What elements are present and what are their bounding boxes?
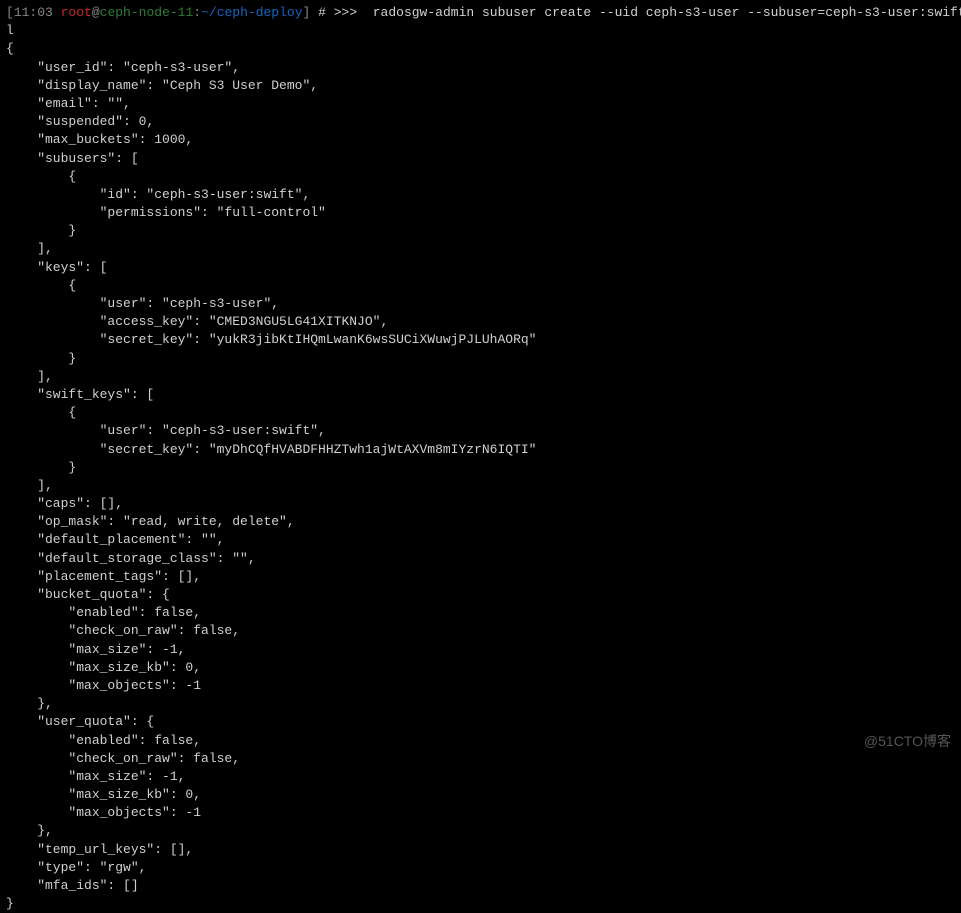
command-continuation: l [6,22,955,40]
watermark: @51CTO博客 [864,732,951,752]
prompt-at: @ [92,5,100,20]
prompt-path: ~/ceph-deploy [201,5,302,20]
prompt-user: root [53,5,92,20]
terminal-prompt-line[interactable]: [11:03 root@ceph-node-11:~/ceph-deploy] … [6,4,955,22]
prompt-time: 11:03 [14,5,53,20]
command-text: radosgw-admin subuser create --uid ceph-… [373,5,961,20]
prompt-arrows: >>> [334,5,373,20]
prompt-colon: : [193,5,201,20]
json-output: { "user_id": "ceph-s3-user", "display_na… [6,40,955,913]
prompt-hash: # [310,5,333,20]
bracket-open: [ [6,5,14,20]
prompt-host: ceph-node-11 [100,5,194,20]
